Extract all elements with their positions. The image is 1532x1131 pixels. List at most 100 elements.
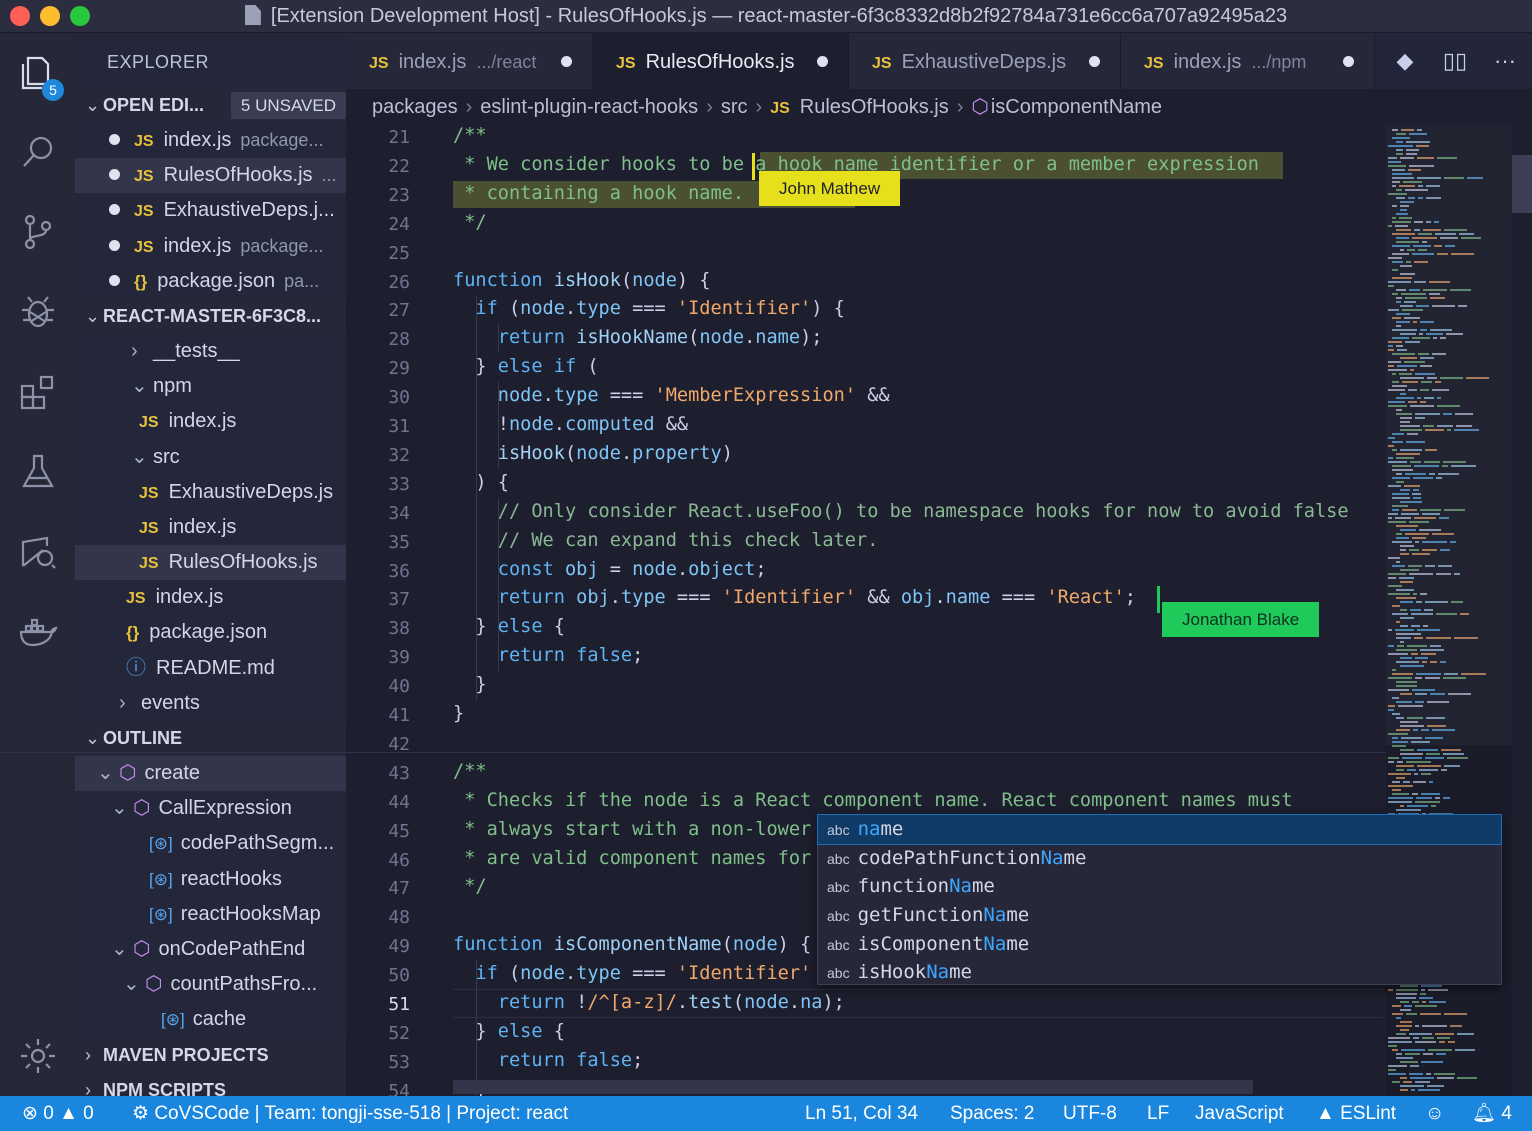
folder-section[interactable]: ⌄ REACT-MASTER-6F3C8... [75, 298, 346, 334]
code-line[interactable]: return false; [453, 1047, 644, 1076]
tree-item[interactable]: JS ExhaustiveDeps.js [75, 475, 346, 510]
tree-item[interactable]: ⌄ ⬡ countPathsFro... [75, 967, 346, 1002]
code-line[interactable]: /** [453, 758, 487, 787]
code-line[interactable]: function isHook(node) { [453, 267, 711, 296]
horizontal-scrollbar-thumb[interactable] [453, 1080, 1253, 1094]
tree-item[interactable]: JS index.js [75, 510, 346, 545]
scrollbar-thumb[interactable] [1512, 155, 1532, 213]
suggestion-item[interactable]: abc getFunctionName [818, 901, 1501, 930]
open-changes-icon[interactable]: ◆ [1380, 48, 1430, 74]
more-actions-icon[interactable]: ··· [1480, 48, 1530, 74]
encoding-status[interactable]: UTF-8 [1063, 1096, 1117, 1131]
language-status[interactable]: JavaScript [1195, 1096, 1284, 1131]
code-line[interactable]: * Checks if the node is a React componen… [453, 787, 1292, 816]
tree-item[interactable]: JS index.js [75, 580, 346, 615]
cursor-position[interactable]: Ln 51, Col 34 [805, 1096, 918, 1131]
tab-index-js[interactable]: JS index.js .../react [346, 33, 593, 89]
code-line[interactable]: node.type === 'MemberExpression' && [453, 382, 890, 411]
code-line[interactable]: * are valid component names for [453, 845, 811, 874]
tree-item[interactable]: [⊛] cache [75, 1002, 346, 1037]
suggestion-item[interactable]: abc codePathFunctionName [818, 844, 1501, 873]
code-line[interactable]: */ [453, 209, 486, 238]
code-line[interactable]: } else { [453, 613, 565, 642]
vertical-scrollbar[interactable] [1512, 125, 1532, 1096]
code-line[interactable]: */ [453, 873, 486, 902]
testing-activity[interactable] [0, 437, 75, 507]
search-activity[interactable] [0, 117, 75, 187]
breadcrumb-file[interactable]: RulesOfHooks.js [800, 96, 949, 118]
tab-index-js[interactable]: JS index.js .../npm [1121, 33, 1375, 89]
tree-item[interactable]: ⌄ src [75, 440, 346, 475]
eslint-status[interactable]: ▲ ESLint [1316, 1096, 1396, 1131]
breadcrumb-item[interactable]: packages [372, 96, 458, 118]
explorer-activity[interactable]: 5 [0, 37, 75, 107]
suggestion-item[interactable]: abc isHookName [818, 958, 1501, 987]
code-line[interactable]: // We can expand this check later. [453, 527, 879, 556]
open-editor-item[interactable]: JS index.js package... [75, 123, 346, 158]
notifications-status[interactable]: 🔔︎ 4 [1472, 1096, 1512, 1131]
breadcrumb-item[interactable]: src [721, 96, 748, 118]
code-line[interactable]: // Only consider React.useFoo() to be na… [453, 498, 1349, 527]
tree-item[interactable]: ⌄ ⬡ create [75, 756, 346, 792]
code-line[interactable]: isHook(node.property) [453, 440, 733, 469]
breadcrumb-symbol[interactable]: isComponentName [991, 96, 1162, 118]
code-line[interactable]: } [453, 671, 486, 700]
code-line[interactable]: /** [453, 125, 487, 151]
tree-item[interactable]: [⊛] reactHooks [75, 862, 346, 897]
indentation-status[interactable]: Spaces: 2 [950, 1096, 1035, 1131]
code-line[interactable]: return obj.type === 'Identifier' && obj.… [453, 584, 1136, 613]
tree-item[interactable]: [⊛] reactHooksMap [75, 897, 346, 932]
tree-item[interactable]: JS RulesOfHooks.js [75, 545, 346, 581]
unsaved-dot-icon[interactable] [561, 56, 572, 67]
open-editor-item[interactable]: JS ExhaustiveDeps.j... [75, 193, 346, 228]
unsaved-dot-icon[interactable] [1343, 56, 1354, 67]
debug-activity[interactable] [0, 277, 75, 347]
breadcrumb-item[interactable]: eslint-plugin-react-hooks [480, 96, 698, 118]
open-editor-item[interactable]: {} package.json pa... [75, 264, 346, 299]
code-line[interactable]: const obj = node.object; [453, 556, 767, 585]
open-editors-section[interactable]: ⌄ OPEN EDI... 5 UNSAVED [75, 88, 346, 123]
tree-item[interactable]: JS index.js [75, 404, 346, 439]
tree-item[interactable]: ⌄ npm [75, 369, 346, 404]
outline-section[interactable]: ⌄ OUTLINE [75, 721, 346, 756]
code-line[interactable]: * always start with a non-lower [453, 816, 811, 845]
code-line[interactable]: if (node.type === 'Identifier' [453, 960, 811, 989]
tab-rulesofhooks-js[interactable]: JS RulesOfHooks.js [593, 33, 849, 89]
live-share-activity[interactable] [0, 517, 75, 587]
tree-item[interactable]: ⌄ ⬡ CallExpression [75, 791, 346, 826]
suggestion-item[interactable]: abc functionName [818, 872, 1501, 901]
feedback-smiley-icon[interactable]: ☺ [1425, 1096, 1444, 1131]
code-line[interactable]: * containing a hook name. [453, 180, 744, 209]
code-line[interactable]: return false; [453, 642, 644, 671]
open-editor-item[interactable]: JS RulesOfHooks.js... [75, 158, 346, 194]
code-line[interactable]: } else if ( [453, 353, 598, 382]
suggestion-item[interactable]: abc isComponentName [818, 930, 1501, 959]
tab-exhaustivedeps-js[interactable]: JS ExhaustiveDeps.js [849, 33, 1121, 89]
maven-section[interactable]: › MAVEN PROJECTS [75, 1037, 346, 1073]
source-control-activity[interactable] [0, 197, 75, 267]
split-editor-icon[interactable]: ▯▯ [1430, 48, 1480, 74]
tree-item[interactable]: ⌄ ⬡ onCodePathEnd [75, 932, 346, 967]
code-line[interactable]: !node.computed && [453, 411, 688, 440]
npm-scripts-section[interactable]: › NPM SCRIPTS [75, 1072, 346, 1096]
unsaved-dot-icon[interactable] [817, 56, 828, 67]
suggestion-item[interactable]: abc name [817, 814, 1502, 845]
code-line[interactable]: } else { [453, 1018, 565, 1047]
extensions-activity[interactable] [0, 357, 75, 427]
code-line[interactable]: if (node.type === 'Identifier') { [453, 295, 844, 324]
covscode-status[interactable]: ⚙ CoVSCode | Team: tongji-sse-518 | Proj… [132, 1096, 568, 1131]
docker-activity[interactable] [0, 597, 75, 667]
tree-item[interactable]: {} package.json [75, 615, 346, 650]
unsaved-dot-icon[interactable] [1089, 56, 1100, 67]
code-line[interactable]: } [453, 700, 464, 729]
problems-status[interactable]: ⊗ 0 ▲ 0 [22, 1096, 94, 1131]
tree-item[interactable]: [⊛] codePathSegm... [75, 826, 346, 861]
eol-status[interactable]: LF [1147, 1096, 1169, 1131]
tree-item[interactable]: ⓘ README.md [75, 651, 346, 686]
code-line[interactable]: ) { [453, 469, 509, 498]
code-line[interactable]: return isHookName(node.name); [453, 324, 823, 353]
settings-activity[interactable] [0, 1021, 75, 1091]
code-line[interactable]: function isComponentName(node) { [453, 931, 811, 960]
tree-item[interactable]: › __tests__ [75, 334, 346, 369]
tree-item[interactable]: › events [75, 686, 346, 721]
